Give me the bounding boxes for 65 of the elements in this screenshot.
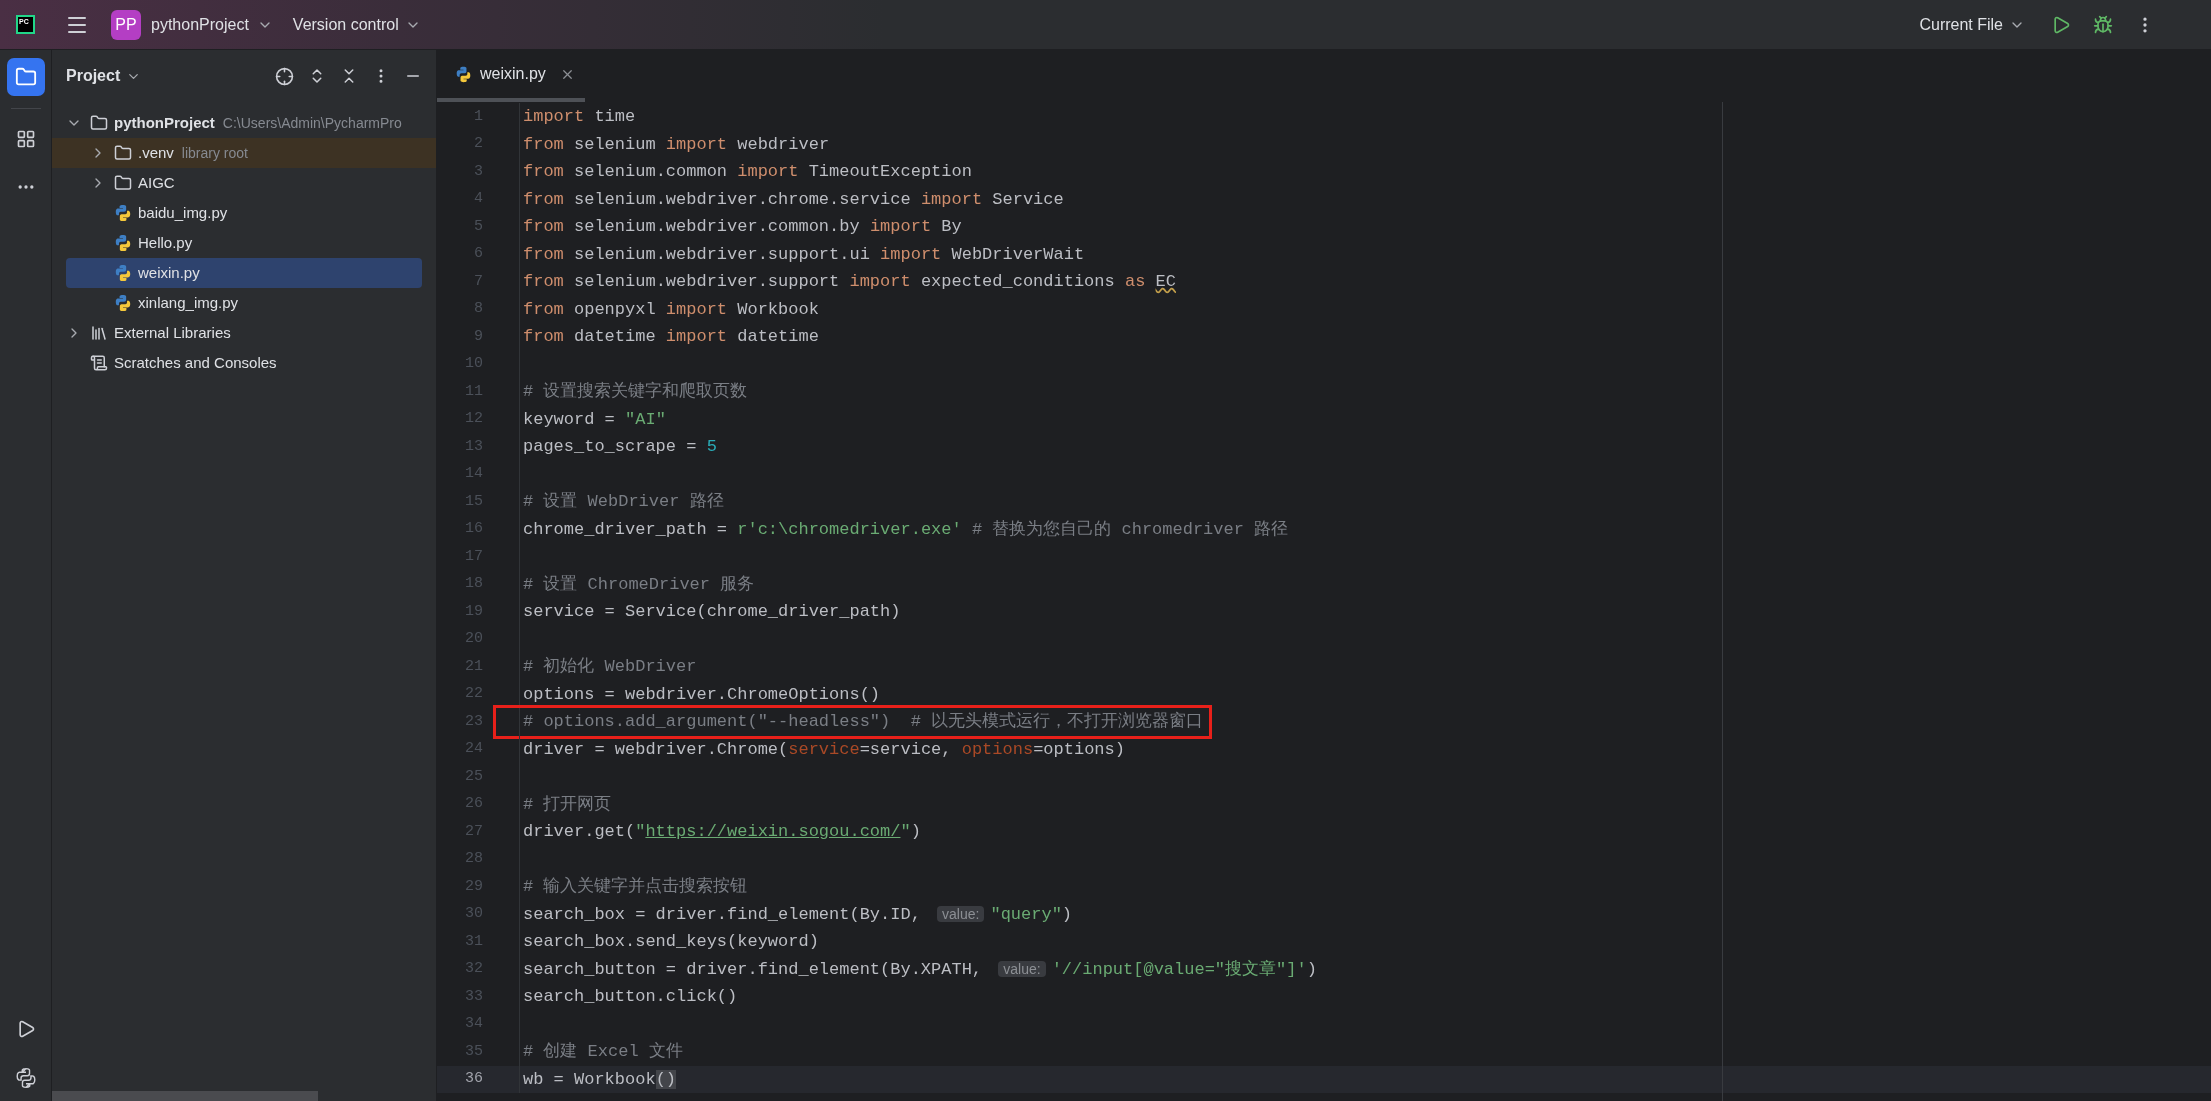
line-number: 36 xyxy=(465,1069,483,1089)
code-line: # 打开网页 xyxy=(523,793,612,816)
tree-item[interactable]: xinlang_img.py xyxy=(52,288,436,318)
code-line: driver = webdriver.Chrome(service=service, options=options) xyxy=(523,738,1125,761)
python-file-icon xyxy=(114,204,132,222)
tree-item[interactable]: baidu_img.py xyxy=(52,198,436,228)
code-line: from datetime import datetime xyxy=(523,326,819,348)
code-line: # 创建 Excel 文件 xyxy=(523,1041,683,1063)
structure-icon[interactable] xyxy=(15,129,36,149)
version-control-menu[interactable]: Version control xyxy=(292,12,399,37)
tree-item[interactable]: External Libraries xyxy=(52,318,436,348)
code-line: search_button = driver.find_element(By.XPATH, value: '//input[@value="搜文章"]') xyxy=(523,958,1317,981)
code-line: from selenium.webdriver.support import expected_conditions as EC xyxy=(523,271,1176,293)
code-line: from openpyxl import Workbook xyxy=(523,298,819,321)
code-line: from selenium.webdriver.support.ui import WebDriverWait xyxy=(523,243,1085,266)
code-line: # 设置搜索关键字和爬取页数 xyxy=(523,380,748,403)
code-line: from selenium.webdriver.chrome.service import Service xyxy=(523,188,1064,211)
python-file-icon xyxy=(114,294,132,312)
code-line: # options.add_argument("--headless") # 以无头模式运行，不打开浏览器窗口 xyxy=(523,710,1204,733)
code-line: import time xyxy=(523,106,636,128)
editor-tab[interactable]: weixin.py xyxy=(437,50,585,102)
python-file-icon xyxy=(455,65,472,83)
path-hint: C:\Users\Admin\PycharmPro xyxy=(222,113,402,133)
code-line: keyword = "AI" xyxy=(523,408,666,431)
tree-item[interactable]: Scratches and Consoles xyxy=(52,348,436,378)
project-badge: PP xyxy=(111,9,141,40)
project-tool-button[interactable] xyxy=(6,58,45,96)
project-name[interactable]: pythonProject xyxy=(151,12,249,37)
code-line: # 输入关键字并点击搜索按钮 xyxy=(523,875,748,898)
bug-icon[interactable] xyxy=(2093,14,2113,35)
code-line: service = Service(chrome_driver_path) xyxy=(523,601,901,623)
code-line: from selenium.common import TimeoutException xyxy=(523,161,972,183)
scratches-icon xyxy=(90,354,108,372)
folder-icon xyxy=(14,66,37,88)
code-line: search_box.send_keys(keyword) xyxy=(523,931,819,953)
tree-item[interactable]: Hello.py xyxy=(52,228,436,258)
python-console-icon[interactable] xyxy=(14,1067,37,1089)
code-line: # 初始化 WebDriver xyxy=(523,656,697,678)
tree-item[interactable]: weixin.py xyxy=(66,258,422,288)
run-configuration[interactable]: Current File xyxy=(1919,12,2003,37)
panel-title[interactable]: Project xyxy=(66,64,121,88)
folder-icon xyxy=(114,144,132,162)
path-hint: library root xyxy=(181,143,248,163)
code-line: # 设置 ChromeDriver 服务 xyxy=(523,573,755,596)
locate-icon[interactable] xyxy=(275,66,294,86)
code-line: pages_to_scrape = 5 xyxy=(523,436,717,458)
scrollbar[interactable] xyxy=(52,1091,318,1101)
code-line: wb = Workbook() xyxy=(523,1068,677,1091)
code-line: options = webdriver.ChromeOptions() xyxy=(523,683,881,706)
library-icon xyxy=(90,324,108,342)
python-file-icon xyxy=(114,234,132,252)
code-line: # 设置 WebDriver 路径 xyxy=(523,491,724,513)
tree-item[interactable]: AIGC xyxy=(52,168,436,198)
code-line: driver.get("https://weixin.sogou.com/") xyxy=(523,821,921,843)
tree-item[interactable]: .venv library root xyxy=(52,138,436,168)
code-line: from selenium import webdriver xyxy=(523,133,830,156)
code-line: from selenium.webdriver.common.by import By xyxy=(523,216,962,238)
python-file-icon xyxy=(114,264,132,282)
folder-icon xyxy=(114,174,132,192)
folder-icon xyxy=(90,114,108,132)
tree-item[interactable]: pythonProject C:\Users\Admin\PycharmPro xyxy=(52,108,436,138)
code-line: search_box = driver.find_element(By.ID, value: "query") xyxy=(523,903,1073,926)
run-icon[interactable] xyxy=(2051,14,2071,35)
code-line: search_button.click() xyxy=(523,986,738,1008)
code-line: chrome_driver_path = r'c:\chromedriver.exe' # 替换为您自己的 chromedriver 路径 xyxy=(523,518,1289,541)
